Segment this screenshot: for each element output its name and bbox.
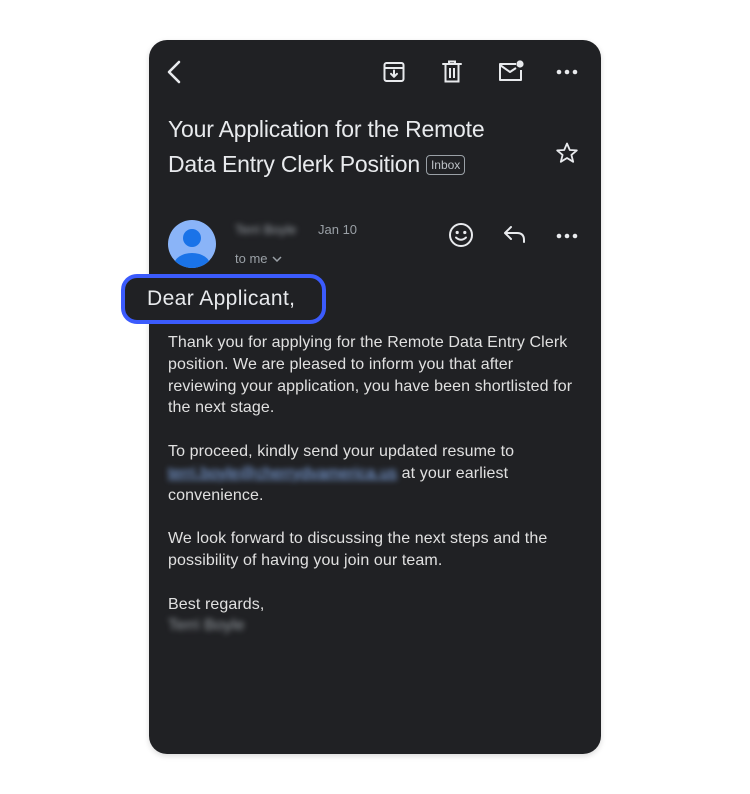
body-paragraph: Thank you for applying for the Remote Da… <box>168 334 573 417</box>
star-icon[interactable] <box>555 141 579 165</box>
email-view: Your Application for the Remote Data Ent… <box>149 40 601 754</box>
inbox-label-chip[interactable]: Inbox <box>425 155 466 175</box>
sender-name[interactable]: Terri Boyle <box>235 222 296 237</box>
signature-name: Terri Boyle <box>168 617 245 635</box>
reply-icon[interactable] <box>502 224 528 246</box>
recipient-label: to me <box>235 251 268 266</box>
closing-line: Best regards, <box>168 595 265 613</box>
back-arrow-icon[interactable] <box>164 60 186 84</box>
archive-icon[interactable] <box>382 60 406 84</box>
trash-icon[interactable] <box>441 59 463 85</box>
body-paragraph: We look forward to discussing the next s… <box>168 530 548 569</box>
more-options-icon[interactable] <box>556 68 578 76</box>
email-body: Thank you for applying for the Remote Da… <box>168 332 578 637</box>
body-paragraph: To proceed, kindly send your updated res… <box>168 441 578 506</box>
email-subject: Your Application for the Remote Data Ent… <box>168 112 538 182</box>
sender-avatar[interactable] <box>168 220 216 268</box>
sender-date: Jan 10 <box>318 222 358 237</box>
message-more-icon[interactable] <box>556 232 578 240</box>
email-link[interactable]: terri.boyle@cherrydvamerica.us <box>168 465 397 482</box>
chevron-down-icon <box>271 250 282 265</box>
greeting-highlight: Dear Applicant, <box>121 274 326 324</box>
mail-unread-icon[interactable] <box>497 59 525 85</box>
emoji-reaction-icon[interactable] <box>448 222 474 248</box>
recipient-details[interactable]: to me <box>235 250 282 266</box>
body-text-segment: To proceed, kindly send your updated res… <box>168 442 515 460</box>
